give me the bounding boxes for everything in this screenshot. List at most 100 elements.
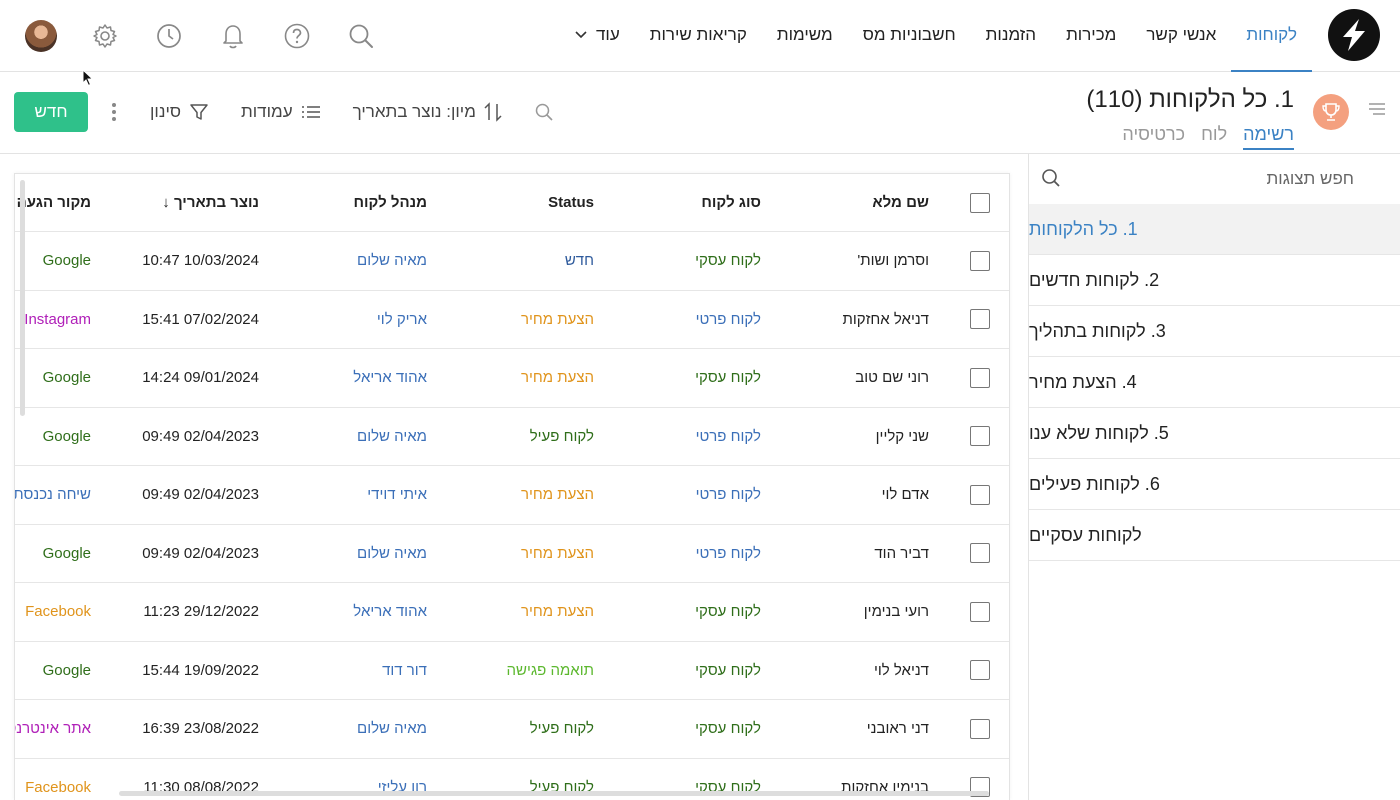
select-all-cell bbox=[969, 174, 991, 231]
cell-manager[interactable]: מאיה שלום bbox=[357, 525, 427, 583]
avatar[interactable] bbox=[22, 17, 60, 55]
menu-lines-icon[interactable] bbox=[1368, 102, 1386, 121]
row-check-cell bbox=[969, 525, 991, 583]
sidebar-item-no-answer[interactable]: 5. לקוחות שלא ענו bbox=[1029, 408, 1400, 459]
cell-manager[interactable]: מאיה שלום bbox=[357, 232, 427, 290]
tab-card[interactable]: כרטיסיה bbox=[1122, 124, 1185, 150]
row-checkbox[interactable] bbox=[970, 250, 990, 271]
nav-item-tasks[interactable]: משימות bbox=[762, 0, 848, 72]
cell-source: שיחה נכנסת bbox=[14, 486, 91, 504]
help-icon[interactable] bbox=[278, 17, 316, 55]
cell-type: לקוח עסקי bbox=[695, 720, 761, 738]
table-row[interactable]: דניאל לוי לקוח עסקי תואמה פגישה דור דוד 15:4… bbox=[15, 642, 1009, 700]
row-check-cell bbox=[969, 642, 991, 700]
cell-name[interactable]: אדם לוי bbox=[882, 466, 929, 524]
header-source[interactable]: מקור הגעה bbox=[15, 174, 91, 231]
nav-item-more[interactable]: עוד bbox=[559, 0, 635, 72]
table-row[interactable]: דביר הוד לקוח פרטי הצעת מחיר מאיה שלום 09:49… bbox=[15, 525, 1009, 583]
header-name[interactable]: שם מלא bbox=[872, 174, 929, 231]
row-checkbox[interactable] bbox=[970, 484, 990, 505]
horizontal-scrollbar[interactable] bbox=[119, 791, 989, 796]
sidebar-item-business[interactable]: לקוחות עסקיים bbox=[1029, 510, 1400, 561]
nav-item-service-calls[interactable]: קריאות שירות bbox=[635, 0, 762, 72]
row-checkbox[interactable] bbox=[970, 601, 990, 622]
cell-name[interactable]: דביר הוד bbox=[874, 525, 929, 583]
row-checkbox[interactable] bbox=[970, 309, 990, 330]
tab-board[interactable]: לוח bbox=[1201, 124, 1227, 150]
row-check-cell bbox=[969, 700, 991, 758]
nav-item-orders[interactable]: הזמנות bbox=[971, 0, 1051, 72]
cell-created: 14:24 09/01/2024 bbox=[142, 369, 259, 387]
row-checkbox[interactable] bbox=[970, 367, 990, 388]
cell-manager[interactable]: אהוד אריאל bbox=[353, 583, 427, 641]
gear-icon[interactable] bbox=[86, 17, 124, 55]
header-manager[interactable]: מנהל לקוח bbox=[353, 174, 427, 231]
cell-name[interactable]: דני ראובני bbox=[867, 700, 929, 758]
views-sidebar: 1. כל הלקוחות 2. לקוחות חדשים 3. לקוחות … bbox=[1028, 154, 1400, 800]
cell-name[interactable]: דניאל אחזקות bbox=[842, 291, 929, 349]
filter-button[interactable]: סינון bbox=[150, 102, 209, 122]
row-checkbox[interactable] bbox=[970, 426, 990, 447]
cell-name[interactable]: דניאל לוי bbox=[874, 642, 929, 700]
views-search-input[interactable] bbox=[1064, 164, 1354, 194]
cell-manager[interactable]: איתי דוידי bbox=[367, 466, 427, 524]
cell-status: הצעת מחיר bbox=[520, 310, 594, 328]
new-button[interactable]: חדש bbox=[14, 92, 88, 132]
kebab-icon[interactable] bbox=[106, 102, 122, 122]
sidebar-item-all-customers[interactable]: 1. כל הלקוחות bbox=[1029, 204, 1400, 255]
table-row[interactable]: אדם לוי לקוח פרטי הצעת מחיר איתי דוידי 09:49… bbox=[15, 466, 1009, 525]
logo-icon[interactable] bbox=[1328, 9, 1380, 61]
trophy-icon[interactable] bbox=[1313, 94, 1349, 130]
table-row[interactable]: רוני שם טוב לקוח עסקי הצעת מחיר אהוד אריאל 1… bbox=[15, 349, 1009, 408]
cell-source: Google bbox=[42, 661, 91, 679]
table-row[interactable]: דניאל אחזקות לקוח פרטי הצעת מחיר אריק לוי 15… bbox=[15, 291, 1009, 349]
cell-name[interactable]: שני קליין bbox=[876, 408, 929, 466]
nav-item-invoices[interactable]: חשבוניות מס bbox=[848, 0, 971, 72]
views-search bbox=[1029, 154, 1400, 204]
nav-item-sales[interactable]: מכירות bbox=[1051, 0, 1131, 72]
cell-status: הצעת מחיר bbox=[520, 603, 594, 621]
sidebar-item-new-customers[interactable]: 2. לקוחות חדשים bbox=[1029, 255, 1400, 306]
cell-created: 11:23 29/12/2022 bbox=[143, 603, 259, 621]
sidebar-item-in-progress[interactable]: 3. לקוחות בתהליך bbox=[1029, 306, 1400, 357]
sort-button[interactable]: מיון: נוצר בתאריך bbox=[353, 102, 502, 122]
cell-name[interactable]: וסרמן ושות' bbox=[857, 232, 929, 290]
cell-type: לקוח פרטי bbox=[695, 427, 761, 445]
cell-name[interactable]: רוני שם טוב bbox=[855, 349, 929, 407]
bell-icon[interactable] bbox=[214, 17, 252, 55]
cell-manager[interactable]: דור דוד bbox=[382, 642, 427, 700]
columns-button[interactable]: עמודות bbox=[241, 102, 321, 122]
row-checkbox[interactable] bbox=[970, 660, 990, 681]
table-search-icon[interactable] bbox=[534, 102, 554, 122]
header-status[interactable]: Status bbox=[548, 174, 594, 231]
cell-manager[interactable]: מאיה שלום bbox=[357, 700, 427, 758]
row-checkbox[interactable] bbox=[970, 718, 990, 739]
row-checkbox[interactable] bbox=[970, 543, 990, 564]
cell-manager[interactable]: אהוד אריאל bbox=[353, 349, 427, 407]
nav-item-customers[interactable]: לקוחות bbox=[1231, 0, 1312, 72]
cell-status: הצעת מחיר bbox=[520, 486, 594, 504]
cell-type: לקוח עסקי bbox=[695, 603, 761, 621]
search-icon[interactable] bbox=[342, 17, 380, 55]
table-row[interactable]: דני ראובני לקוח עסקי לקוח פעיל מאיה שלום 16:… bbox=[15, 700, 1009, 759]
vertical-scrollbar[interactable] bbox=[20, 180, 25, 416]
nav-item-contacts[interactable]: אנשי קשר bbox=[1131, 0, 1231, 72]
cell-manager[interactable]: מאיה שלום bbox=[357, 408, 427, 466]
select-all-checkbox[interactable] bbox=[970, 192, 990, 213]
cell-status: תואמה פגישה bbox=[506, 661, 594, 679]
tab-list[interactable]: רשימה bbox=[1243, 124, 1294, 150]
sidebar-item-active[interactable]: 6. לקוחות פעילים bbox=[1029, 459, 1400, 510]
clock-icon[interactable] bbox=[150, 17, 188, 55]
header-created[interactable]: נוצר בתאריך ↓ bbox=[162, 174, 259, 231]
cell-created: 09:49 02/04/2023 bbox=[142, 486, 259, 504]
cell-manager[interactable]: אריק לוי bbox=[377, 291, 427, 349]
header-type[interactable]: סוג לקוח bbox=[701, 174, 761, 231]
cell-name[interactable]: רועי בנימין bbox=[864, 583, 929, 641]
sidebar-item-quote[interactable]: 4. הצעת מחיר bbox=[1029, 357, 1400, 408]
table-row[interactable]: רועי בנימין לקוח עסקי הצעת מחיר אהוד אריאל 1… bbox=[15, 583, 1009, 642]
table-row[interactable]: שני קליין לקוח פרטי לקוח פעיל מאיה שלום 09:4… bbox=[15, 408, 1009, 466]
row-check-cell bbox=[969, 291, 991, 349]
page-header: 1. כל הלקוחות (110) רשימה לוח כרטיסיה חד… bbox=[0, 72, 1400, 154]
top-navbar: לקוחות אנשי קשר מכירות הזמנות חשבוניות מ… bbox=[0, 0, 1400, 72]
table-row[interactable]: וסרמן ושות' לקוח עסקי חדש מאיה שלום 10:47 10… bbox=[15, 232, 1009, 291]
